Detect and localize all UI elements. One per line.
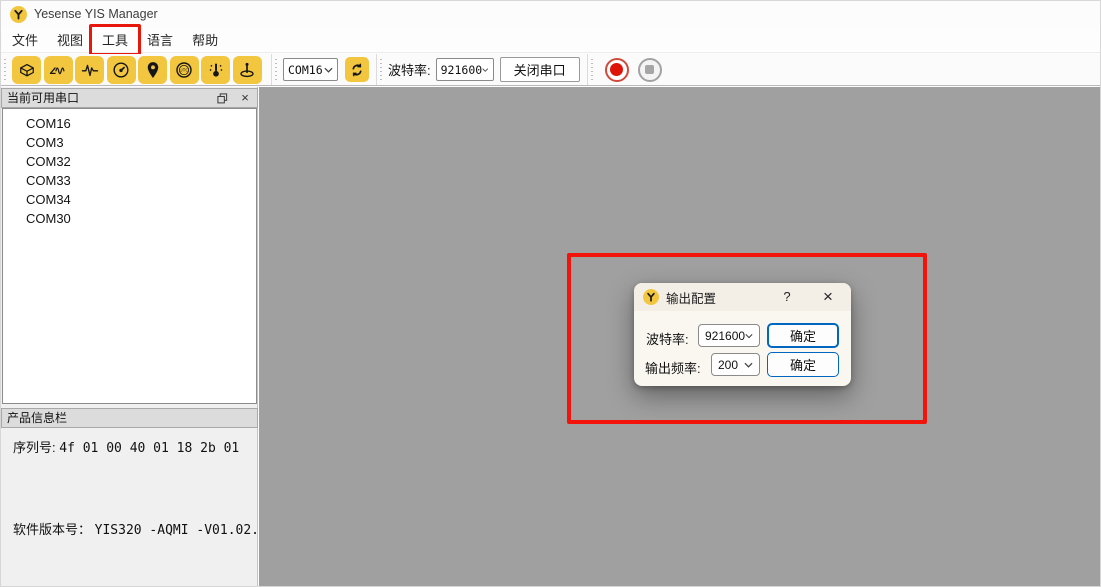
gauge-icon[interactable] — [107, 56, 136, 84]
dialog-freq-ok-button[interactable]: 确定 — [767, 352, 839, 377]
port-list-item[interactable]: COM32 — [3, 152, 256, 171]
chevron-down-icon — [744, 362, 753, 368]
port-list-item[interactable]: COM34 — [3, 190, 256, 209]
app-window: Yesense YIS Manager 文件视图工具语言帮助 UTC — [0, 0, 1101, 587]
yesense-logo-icon — [643, 289, 659, 305]
left-dock: 当前可用串口 × COM16COM3COM32COM33COM34COM30 产… — [1, 87, 258, 587]
toolbar: UTC COM16 波特率: 921600 — [1, 54, 1100, 86]
dialog-baud-ok-button[interactable]: 确定 — [767, 323, 839, 348]
close-panel-icon[interactable]: × — [238, 91, 252, 105]
dialog-help-button[interactable]: ? — [777, 287, 797, 307]
info-panel-header: 产品信息栏 — [1, 408, 258, 428]
toolbar-grip-handle[interactable] — [591, 59, 593, 80]
toolbar-group-baud: 波特率: 921600 关闭串口 — [376, 54, 587, 85]
dialog-freq-select[interactable]: 200 — [711, 353, 760, 376]
ports-panel-header: 当前可用串口 × — [1, 88, 258, 108]
dialog-title: 输出配置 — [666, 288, 716, 307]
toolbar-grip-handle[interactable] — [4, 59, 6, 80]
ports-panel-title: 当前可用串口 — [7, 91, 79, 105]
close-serial-port-button[interactable]: 关闭串口 — [500, 57, 580, 82]
menu-item[interactable]: 帮助 — [183, 26, 227, 53]
toolbar-grip-handle[interactable] — [275, 59, 277, 80]
chevron-down-icon — [745, 333, 753, 339]
menu-item[interactable]: 视图 — [48, 26, 92, 53]
info-panel-title: 产品信息栏 — [7, 411, 67, 425]
port-list-item[interactable]: COM30 — [3, 209, 256, 228]
dialog-freq-value: 200 — [718, 358, 738, 372]
baud-rate-value: 921600 — [441, 63, 483, 77]
baud-rate-label: 波特率: — [388, 60, 431, 79]
menu-item[interactable]: 语言 — [138, 26, 182, 53]
location-pin-icon[interactable] — [138, 56, 167, 84]
com-port-value: COM16 — [288, 63, 323, 77]
yesense-logo-icon — [10, 6, 27, 23]
software-version-label: 软件版本号： — [13, 522, 91, 537]
dialog-baud-label: 波特率: — [646, 329, 689, 348]
svg-text:UTC: UTC — [179, 67, 189, 72]
software-version-value: YIS320 -AQMI -V01.02.03; — [95, 523, 283, 538]
port-list-item[interactable]: COM16 — [3, 114, 256, 133]
serial-number-label: 序列号: — [13, 440, 56, 455]
angle-wave-icon[interactable] — [44, 56, 73, 84]
com-port-select[interactable]: COM16 — [283, 58, 338, 81]
pulse-wave-icon[interactable] — [75, 56, 104, 84]
baud-rate-select[interactable]: 921600 — [436, 58, 494, 81]
cube-3d-icon[interactable] — [12, 56, 41, 84]
gyro-top-icon[interactable] — [233, 56, 262, 84]
thermometer-icon[interactable] — [201, 56, 230, 84]
port-list-item[interactable]: COM3 — [3, 133, 256, 152]
utc-clock-icon[interactable]: UTC — [170, 56, 199, 84]
toolbar-group-record — [587, 54, 669, 85]
dialog-close-button[interactable]: × — [817, 286, 839, 308]
window-title: Yesense YIS Manager — [34, 7, 158, 21]
available-ports-list: COM16COM3COM32COM33COM34COM30 — [2, 108, 257, 404]
title-bar: Yesense YIS Manager — [1, 1, 1100, 27]
software-version-line: 软件版本号： YIS320 -AQMI -V01.02.03; — [13, 519, 282, 538]
serial-number-value: 4f 01 00 40 01 18 2b 01 — [59, 441, 239, 456]
record-button[interactable] — [605, 58, 629, 82]
dialog-title-bar: 输出配置 ? × — [634, 283, 851, 311]
refresh-arrows-icon[interactable] — [345, 57, 369, 82]
dialog-baud-select[interactable]: 921600 — [698, 324, 760, 347]
menu-item[interactable]: 文件 — [3, 26, 47, 53]
float-panel-icon[interactable] — [215, 91, 229, 105]
dialog-freq-label: 输出频率: — [645, 358, 701, 377]
menu-item[interactable]: 工具 — [93, 26, 137, 53]
chevron-down-icon — [324, 67, 333, 73]
serial-number-line: 序列号: 4f 01 00 40 01 18 2b 01 — [13, 437, 239, 456]
chevron-down-icon — [482, 67, 488, 73]
toolbar-group-port: COM16 — [271, 54, 376, 85]
stop-button[interactable] — [638, 58, 662, 82]
toolbar-grip-handle[interactable] — [380, 59, 382, 80]
menu-bar: 文件视图工具语言帮助 — [1, 27, 1100, 53]
output-config-dialog: 输出配置 ? × 波特率: 921600 确定 输出频率: 200 确定 — [634, 283, 851, 386]
port-list-item[interactable]: COM33 — [3, 171, 256, 190]
dialog-baud-value: 921600 — [705, 329, 745, 343]
toolbar-group-sensors: UTC — [1, 54, 271, 85]
